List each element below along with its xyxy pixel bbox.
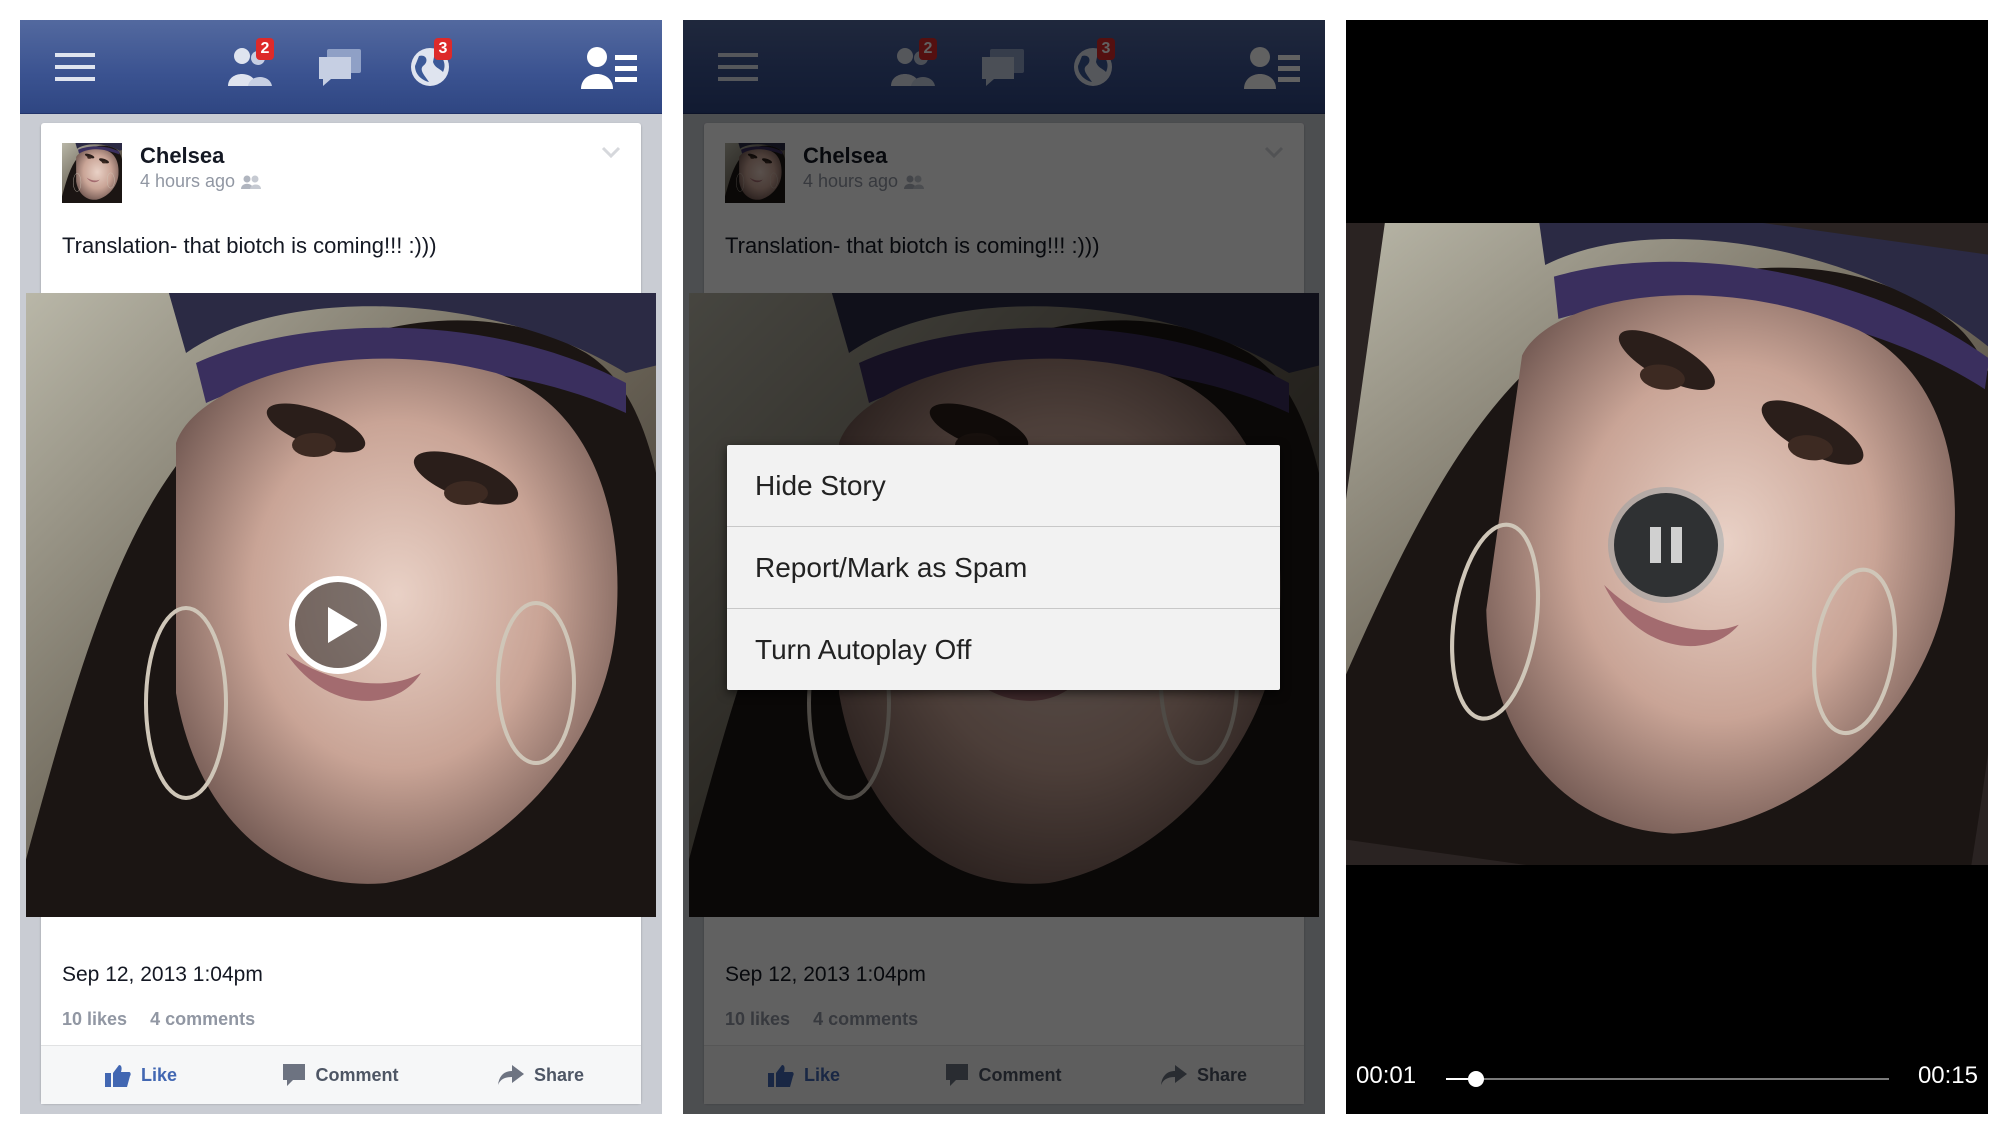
story-options-menu: Hide Story Report/Mark as Spam Turn Auto… [727, 445, 1280, 690]
post-time: 4 hours ago [140, 171, 262, 192]
play-icon[interactable] [288, 575, 388, 675]
pause-icon[interactable] [1606, 485, 1726, 605]
video-player-screen: 00:01 00:15 [1346, 20, 1988, 1114]
comment-label: Comment [315, 1064, 399, 1085]
friends-audience-icon [241, 175, 262, 189]
seek-handle[interactable] [1467, 1071, 1484, 1087]
post-time-text: 4 hours ago [140, 171, 236, 191]
top-nav-bar: 2 3 [20, 20, 662, 114]
hide-story-option[interactable]: Hide Story [727, 445, 1280, 527]
share-label: Share [533, 1064, 585, 1085]
comment-button[interactable]: Comment [241, 1046, 441, 1104]
seek-bar[interactable] [1446, 1071, 1889, 1087]
video-frame[interactable] [1346, 223, 1988, 865]
share-button[interactable]: Share [441, 1046, 641, 1104]
post-text: Translation- that biotch is coming!!! :)… [62, 233, 437, 258]
action-bar: Like Comment Share [41, 1045, 641, 1104]
friend-requests-icon[interactable]: 2 [220, 20, 280, 113]
thumbs-up-icon [104, 1065, 131, 1087]
comments-count[interactable]: 4 comments [150, 1009, 255, 1029]
feed-context-menu-screen: 2 3 Chelsea 4 hours ago Translation- tha… [683, 20, 1325, 1114]
turn-autoplay-off-option[interactable]: Turn Autoplay Off [727, 609, 1280, 690]
share-icon [497, 1065, 524, 1085]
notifications-badge: 3 [434, 38, 452, 60]
chevron-down-icon[interactable] [601, 145, 621, 163]
duration: 00:15 [1917, 1062, 1978, 1089]
video-thumbnail[interactable] [26, 293, 656, 917]
like-button[interactable]: Like [41, 1046, 241, 1104]
comment-icon [283, 1064, 306, 1086]
friends-list-icon[interactable] [575, 20, 645, 113]
avatar[interactable] [62, 143, 122, 203]
report-spam-option[interactable]: Report/Mark as Spam [727, 527, 1280, 609]
friend-requests-badge: 2 [256, 38, 274, 60]
notifications-globe-icon[interactable]: 3 [400, 20, 460, 113]
messages-icon[interactable] [310, 20, 370, 113]
engagement-counts[interactable]: 10 likes 4 comments [62, 1009, 273, 1030]
author-name[interactable]: Chelsea [140, 143, 224, 169]
playback-bar: 00:01 00:15 [1346, 1044, 1988, 1114]
feed-screen: 2 3 Chelsea 4 hours ago Translation- tha… [20, 20, 662, 1114]
menu-icon[interactable] [40, 20, 110, 113]
current-time: 00:01 [1356, 1062, 1417, 1089]
post-date: Sep 12, 2013 1:04pm [62, 963, 263, 986]
likes-count[interactable]: 10 likes [62, 1009, 127, 1029]
like-label: Like [140, 1064, 178, 1085]
